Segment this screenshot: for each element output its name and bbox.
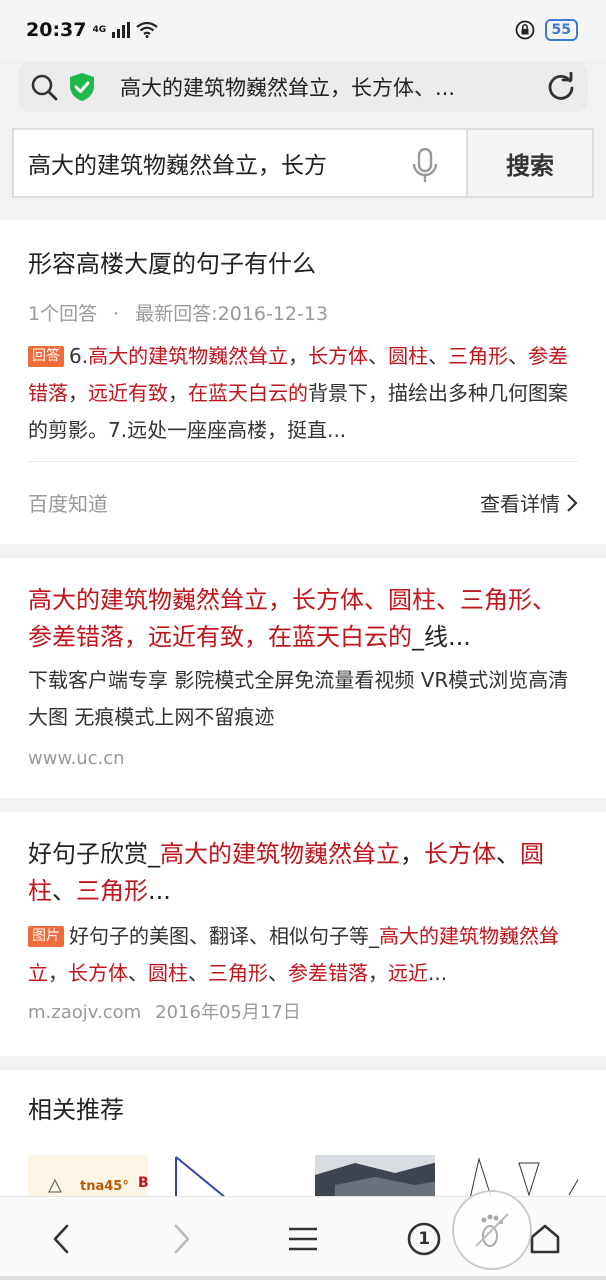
image-tag: 图片	[28, 926, 64, 947]
search-query[interactable]: 高大的建筑物巍然耸立，长方	[28, 146, 327, 180]
menu-icon	[288, 1227, 317, 1250]
view-details-link[interactable]: 查看详情	[480, 488, 578, 517]
clock: 20:37	[26, 19, 87, 41]
footprint-float-button[interactable]	[452, 1190, 532, 1270]
answer-count: 1个回答	[28, 303, 98, 325]
network-type: 4G	[92, 25, 107, 35]
footprint-icon	[475, 1213, 509, 1247]
related-section: 相关推荐 tna45° B	[0, 1070, 606, 1203]
related-title: 相关推荐	[28, 1096, 124, 1124]
wifi-icon	[136, 22, 158, 38]
result-url: www.uc.cn	[28, 748, 125, 769]
result-date: 2016年05月17日	[155, 1002, 301, 1023]
chevron-right-icon	[567, 493, 578, 512]
result-snippet: 下载客户端专享 影院模式全屏免流量看视频 VR模式浏览高清大图 无痕模式上网不留…	[28, 668, 569, 729]
result-card[interactable]: 高大的建筑物巍然耸立，长方体、圆柱、三角形、参差错落，远近有致，在蓝天白云的_线…	[0, 558, 606, 798]
result-url-line: m.zaojv.com 2016年05月17日	[28, 998, 578, 1024]
result-footer: 百度知道 查看详情	[28, 488, 578, 517]
latest-answer-date: 最新回答:2016-12-13	[135, 303, 329, 325]
menu-button[interactable]	[273, 1209, 333, 1269]
answer-tag: 回答	[28, 346, 64, 367]
url-text[interactable]: 高大的建筑物巍然耸立，长方体、...	[120, 72, 546, 102]
chevron-left-icon	[53, 1224, 68, 1253]
back-button[interactable]	[31, 1209, 91, 1269]
system-home-indicator	[0, 1276, 606, 1280]
search-icon[interactable]	[30, 73, 58, 101]
result-snippet: 回答 6.高大的建筑物巍然耸立，长方体、圆柱、三角形、参差错落，远近有致，在蓝天白…	[28, 344, 569, 442]
shield-check-icon[interactable]	[68, 72, 96, 102]
signal-icon	[112, 22, 131, 38]
search-input[interactable]: 高大的建筑物巍然耸立，长方	[14, 130, 468, 196]
thumb-label: tna45°	[80, 1179, 129, 1194]
divider	[28, 461, 578, 462]
lock-rotation-icon	[515, 20, 534, 40]
tabs-count: 1	[418, 1228, 431, 1249]
result-card[interactable]: 形容高楼大厦的句子有什么 1个回答 · 最新回答:2016-12-13 回答 6.…	[0, 220, 606, 544]
result-snippet: 图片 好句子的美图、翻译、相似句子等_高大的建筑物巍然耸立，长方体、圆柱、三角形、…	[28, 924, 559, 985]
tabs-button[interactable]: 1	[394, 1209, 454, 1269]
result-url: m.zaojv.com	[28, 1002, 142, 1023]
microphone-icon[interactable]	[412, 148, 438, 184]
url-bar[interactable]: 高大的建筑物巍然耸立，长方体、...	[18, 62, 588, 112]
status-bar: 20:37 4G 55	[0, 0, 606, 60]
search-button[interactable]: 搜索	[468, 130, 592, 196]
battery-indicator: 55	[544, 19, 578, 41]
meta-separator: ·	[113, 303, 120, 325]
result-title[interactable]: 形容高楼大厦的句子有什么	[28, 220, 578, 283]
result-card[interactable]: 好句子欣赏_高大的建筑物巍然耸立，长方体、圆柱、三角形... 图片 好句子的美图、…	[0, 812, 606, 1056]
result-title[interactable]: 高大的建筑物巍然耸立，长方体、圆柱、三角形、参差错落，远近有致，在蓝天白云的_线…	[28, 558, 578, 656]
chevron-right-icon	[174, 1224, 190, 1253]
refresh-icon[interactable]	[546, 72, 576, 102]
forward-button[interactable]	[152, 1209, 212, 1269]
home-icon	[531, 1224, 560, 1253]
result-meta: 1个回答 · 最新回答:2016-12-13	[28, 299, 578, 326]
thumb-letter: B	[138, 1175, 148, 1191]
triangle-icon	[48, 1179, 62, 1193]
search-box: 高大的建筑物巍然耸立，长方 搜索	[12, 128, 594, 198]
result-title[interactable]: 好句子欣赏_高大的建筑物巍然耸立，长方体、圆柱、三角形...	[28, 812, 578, 910]
source-label: 百度知道	[28, 492, 108, 516]
